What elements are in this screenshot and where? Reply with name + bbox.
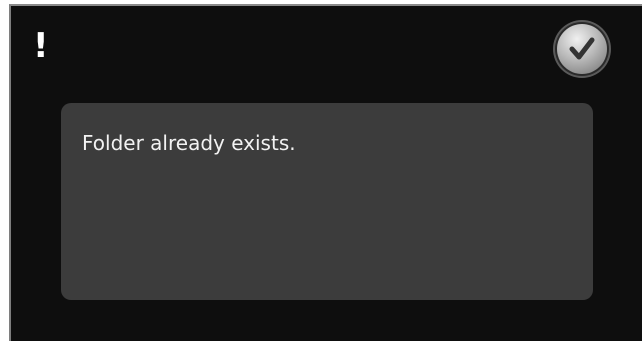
message-text: Folder already exists.: [82, 131, 296, 155]
check-icon: [569, 37, 595, 60]
message-panel: Folder already exists.: [61, 103, 593, 300]
alert-dialog: ! Folder already exists.: [9, 4, 642, 341]
exclamation-icon: !: [33, 26, 49, 66]
ok-button[interactable]: [557, 24, 607, 74]
